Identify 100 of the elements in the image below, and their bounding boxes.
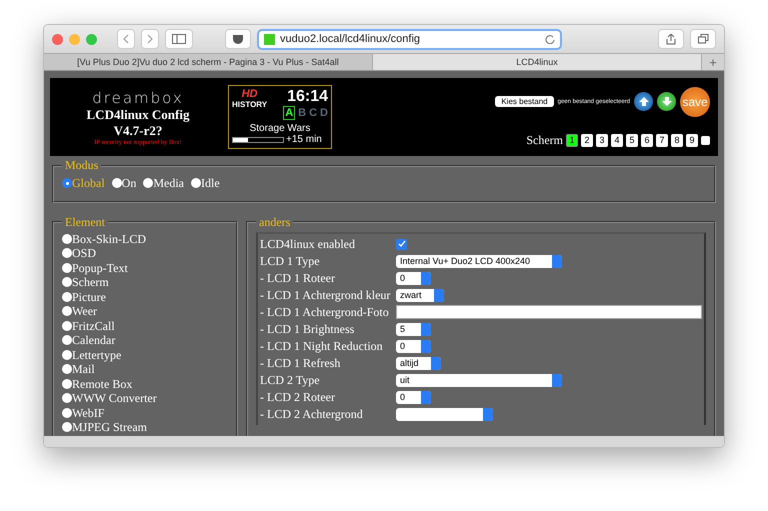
radio-button[interactable] <box>62 277 72 288</box>
clock-text: 16:14 <box>287 88 328 106</box>
chevron-right-icon <box>147 34 153 44</box>
tuner-letter: A <box>283 106 296 120</box>
radio-label: Calendar <box>72 333 116 348</box>
radio-label: WebIF <box>72 406 104 420</box>
radio-label: MJPEG Stream <box>72 420 147 434</box>
radio-label: Mail <box>72 362 95 376</box>
screen-button[interactable]: 5 <box>626 134 638 146</box>
new-tab-button[interactable]: + <box>702 54 724 70</box>
screen-button[interactable]: 9 <box>686 134 698 146</box>
select-field[interactable]: 0 <box>396 272 431 284</box>
select-field[interactable]: Internal Vu+ Duo2 LCD 400x240 <box>396 254 562 268</box>
favicon-icon <box>264 34 275 44</box>
logo: dreambox <box>92 88 184 106</box>
radio-label: On <box>122 176 136 190</box>
tabs-icon[interactable] <box>690 29 716 49</box>
radio-button[interactable] <box>62 393 72 404</box>
sidebar-icon[interactable] <box>165 29 193 49</box>
radio-label: Weer <box>72 304 98 318</box>
channel-name: HISTORY <box>232 100 268 109</box>
radio-label: FritzCall <box>72 318 115 333</box>
radio-button[interactable] <box>62 320 72 331</box>
browser-tab[interactable]: LCD4linux <box>373 54 702 70</box>
radio-button[interactable] <box>62 248 72 258</box>
screen-button[interactable]: 8 <box>671 134 683 146</box>
version-text: V4.7-r2? <box>114 122 162 138</box>
input-field[interactable] <box>396 305 702 319</box>
radio-button[interactable] <box>62 306 72 316</box>
checkbox[interactable] <box>396 238 407 250</box>
address-bar[interactable]: vuduo2.local/lcd4linux/config <box>257 28 562 50</box>
url-text: vuduo2.local/lcd4linux/config <box>280 33 422 45</box>
select-field[interactable]: 0 <box>396 340 431 352</box>
radio-label: Global <box>72 176 105 190</box>
channel-logo: HD <box>242 88 258 100</box>
screen-button[interactable]: 3 <box>596 134 608 146</box>
remaining-time: +15 min <box>286 134 322 145</box>
tuner-letter: B <box>298 107 306 119</box>
checkbox[interactable] <box>701 136 710 144</box>
select-field[interactable]: zwart <box>396 288 444 302</box>
radio-button[interactable] <box>62 178 72 188</box>
radio-label: Remote Box <box>72 376 132 391</box>
radio-button[interactable] <box>62 234 72 244</box>
select-field[interactable]: altijd <box>396 356 441 370</box>
radio-button[interactable] <box>62 262 72 273</box>
setting-label: - LCD 1 Refresh <box>260 354 342 372</box>
setting-label: LCD 2 Type <box>260 372 321 388</box>
select-field[interactable] <box>396 408 493 420</box>
setting-label: - LCD 1 Achtergrond-Foto <box>260 304 390 320</box>
upload-icon[interactable] <box>634 92 653 111</box>
app-title: LCD4linux Config <box>86 106 190 122</box>
radio-button[interactable] <box>62 378 72 389</box>
radio-button[interactable] <box>62 335 72 346</box>
setting-label: - LCD 1 Achtergrond kleur <box>260 286 392 304</box>
tuner-letter: D <box>320 107 328 119</box>
download-icon[interactable] <box>657 92 676 111</box>
share-icon[interactable] <box>658 29 684 49</box>
radio-label: Lettertype <box>72 348 122 362</box>
progress-bar <box>232 136 284 142</box>
setting-label: - LCD 1 Brightness <box>260 320 356 338</box>
screen-button[interactable]: 1 <box>566 134 578 146</box>
radio-label: WWW Converter <box>72 391 157 406</box>
radio-label: Popup-Text <box>72 260 128 275</box>
radio-label: Media <box>153 176 184 190</box>
select-field[interactable]: uit <box>396 374 562 386</box>
select-field[interactable]: 5 <box>396 322 431 336</box>
radio-button[interactable] <box>62 408 72 418</box>
chevron-left-icon <box>123 34 129 44</box>
radio-button[interactable] <box>62 422 72 432</box>
screen-button[interactable]: 6 <box>641 134 653 146</box>
radio-button[interactable] <box>143 178 154 188</box>
setting-label: - LCD 2 Achtergrond <box>260 406 364 422</box>
program-title: Storage Wars <box>248 123 312 134</box>
radio-label: Box-Skin-LCD <box>72 232 146 246</box>
panel-legend: Modus <box>62 158 102 173</box>
screen-button[interactable]: 4 <box>611 134 623 146</box>
setting-label: - LCD 2 Roteer <box>260 388 336 406</box>
panel-legend: anders <box>256 214 294 230</box>
radio-button[interactable] <box>112 178 122 188</box>
setting-label: - LCD 1 Roteer <box>260 270 336 286</box>
radio-button[interactable] <box>191 178 201 188</box>
radio-label: Picture <box>72 290 106 304</box>
choose-file-button[interactable]: Kies bestand <box>495 96 554 107</box>
screen-label: Scherm <box>526 132 563 148</box>
radio-label: Scherm <box>72 275 109 290</box>
setting-label: LCD 1 Type <box>260 252 321 270</box>
screen-button[interactable]: 2 <box>581 134 593 146</box>
reload-icon[interactable] <box>545 34 555 44</box>
radio-button[interactable] <box>62 292 72 302</box>
setting-label: LCD4linux enabled <box>260 236 356 252</box>
screen-button[interactable]: 7 <box>656 134 668 146</box>
radio-label: Idle <box>201 176 220 190</box>
setting-label: - LCD 1 Night Reduction <box>260 338 384 354</box>
radio-label: OSD <box>72 246 96 260</box>
select-field[interactable]: 0 <box>396 390 431 404</box>
radio-button[interactable] <box>62 364 72 374</box>
panel-legend: Element <box>62 214 108 230</box>
pocket-icon[interactable] <box>225 29 251 49</box>
tuner-letter: C <box>309 107 318 119</box>
radio-button[interactable] <box>62 350 72 360</box>
